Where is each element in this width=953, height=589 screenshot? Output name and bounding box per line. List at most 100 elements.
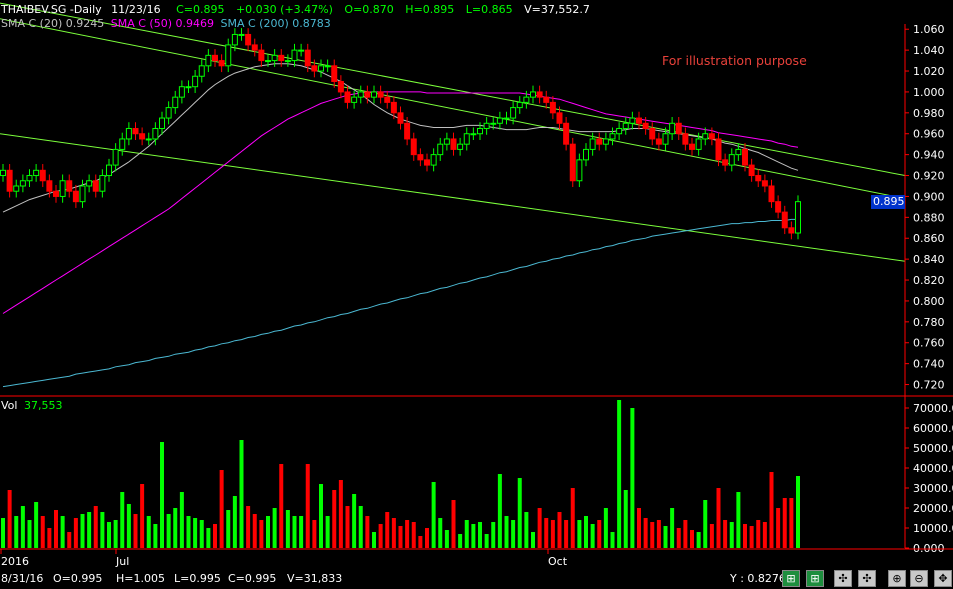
volume-bar xyxy=(438,518,443,548)
candle-body xyxy=(775,201,782,213)
candle-body xyxy=(198,65,205,77)
volume-bar xyxy=(219,470,224,548)
candle-body xyxy=(59,180,66,197)
candle-body xyxy=(397,112,404,124)
volume-bar xyxy=(146,516,151,548)
volume-bar xyxy=(358,506,363,548)
price-tick-label: 0.960 xyxy=(913,128,945,141)
candle-body xyxy=(642,122,649,130)
volume-bar xyxy=(352,494,357,548)
volume-bar xyxy=(365,516,370,548)
volume-bar xyxy=(444,530,449,548)
volume-bar xyxy=(193,518,198,548)
candle-body xyxy=(284,60,291,63)
volume-bar xyxy=(431,482,436,548)
candle-body xyxy=(622,122,629,130)
candle-body xyxy=(165,107,172,119)
volume-bar xyxy=(762,522,767,548)
volume-tick-label: 10000.0 xyxy=(913,522,953,535)
volume-bar xyxy=(511,520,516,548)
candle-body xyxy=(291,49,298,62)
price-tick-label: 1.000 xyxy=(913,86,945,99)
volume-bar xyxy=(259,520,264,548)
candle-body xyxy=(735,148,742,156)
volume-bar xyxy=(776,508,781,548)
close-label: C=0.895 xyxy=(176,3,225,16)
volume-bar xyxy=(623,490,628,548)
volume-bar xyxy=(279,464,284,548)
status-close: C=0.995 xyxy=(228,572,277,585)
candle-body xyxy=(351,96,358,103)
candle-body xyxy=(556,112,563,124)
candle-body xyxy=(53,190,59,197)
candle-body xyxy=(543,96,550,103)
volume-bar xyxy=(179,492,184,548)
cursor-y-readout: Y : 0.8276 xyxy=(730,572,786,585)
zoom-fit-icon[interactable]: ⊞ xyxy=(806,570,824,587)
crosshair-icon[interactable]: ✣ xyxy=(834,570,852,587)
candle-body xyxy=(357,91,364,98)
volume-bar xyxy=(292,516,297,548)
candle-body xyxy=(172,96,179,109)
volume-bar xyxy=(756,520,761,548)
zoom-fit-icon[interactable]: ⊞ xyxy=(782,570,800,587)
volume-bar xyxy=(398,526,403,548)
volume-bar xyxy=(319,484,323,548)
volume-bar xyxy=(418,536,423,548)
candle-body xyxy=(238,33,245,36)
candle-body xyxy=(629,117,636,124)
volume-bar xyxy=(497,474,502,548)
volume-bar xyxy=(47,528,52,548)
candle-body xyxy=(662,133,669,145)
candle-body xyxy=(212,54,218,62)
crosshair-icon[interactable]: ✣ xyxy=(858,570,876,587)
sma200-legend: SMA C (200) 0.8783 xyxy=(220,17,331,30)
volume-bar xyxy=(299,516,304,548)
volume-bar xyxy=(471,524,476,548)
volume-bar xyxy=(285,510,290,548)
symbol-label: THAIBEV.SG -Daily xyxy=(1,3,102,16)
volume-bar xyxy=(239,440,244,548)
volume-bar xyxy=(7,490,12,548)
volume-bar xyxy=(391,518,396,548)
volume-bar xyxy=(610,532,615,548)
status-low: L=0.995 xyxy=(174,572,221,585)
candle-body xyxy=(331,65,338,82)
zoom-out-icon[interactable]: ⊖ xyxy=(910,570,928,587)
candle-body xyxy=(483,122,490,130)
volume-bar xyxy=(113,520,118,548)
volume-bar xyxy=(173,508,178,548)
candle-body xyxy=(616,128,623,135)
candle-body xyxy=(755,175,762,182)
price-tick-label: 0.760 xyxy=(913,337,945,350)
chart-canvas[interactable]: 1.060 1.040 1.020 1.000 0.980 0.960 0.940 0.920… xyxy=(0,0,953,589)
candle-body xyxy=(145,138,152,141)
volume-bar xyxy=(524,512,529,548)
date-label: 11/23/16 xyxy=(111,3,161,16)
volume-bar xyxy=(729,522,734,548)
sma200-line xyxy=(2,218,798,388)
volume-bar xyxy=(186,516,191,548)
volume-bar xyxy=(338,480,343,548)
price-tick-label: 1.040 xyxy=(913,44,945,57)
volume-bar xyxy=(133,514,138,548)
volume-bar xyxy=(603,508,608,548)
status-date: 8/31/16 xyxy=(1,572,44,585)
volume-bar xyxy=(160,442,164,548)
candle-body xyxy=(410,138,417,156)
candle-body xyxy=(304,49,311,67)
volume-bar xyxy=(67,532,72,548)
price-tick-label: 0.880 xyxy=(913,211,945,224)
zoom-in-icon[interactable]: ⊕ xyxy=(888,570,906,587)
candle-body xyxy=(344,91,351,103)
price-tick-label: 0.980 xyxy=(913,107,945,120)
candle-body xyxy=(19,180,26,187)
pan-icon[interactable]: ✥ xyxy=(934,570,952,587)
volume-bar xyxy=(332,490,337,548)
candle-body xyxy=(781,211,788,229)
volume-bar xyxy=(617,400,622,548)
candle-body xyxy=(516,101,523,109)
candle-body xyxy=(602,138,609,145)
volume-tick-label: 30000.0 xyxy=(913,482,953,495)
volume-bar xyxy=(27,520,32,548)
